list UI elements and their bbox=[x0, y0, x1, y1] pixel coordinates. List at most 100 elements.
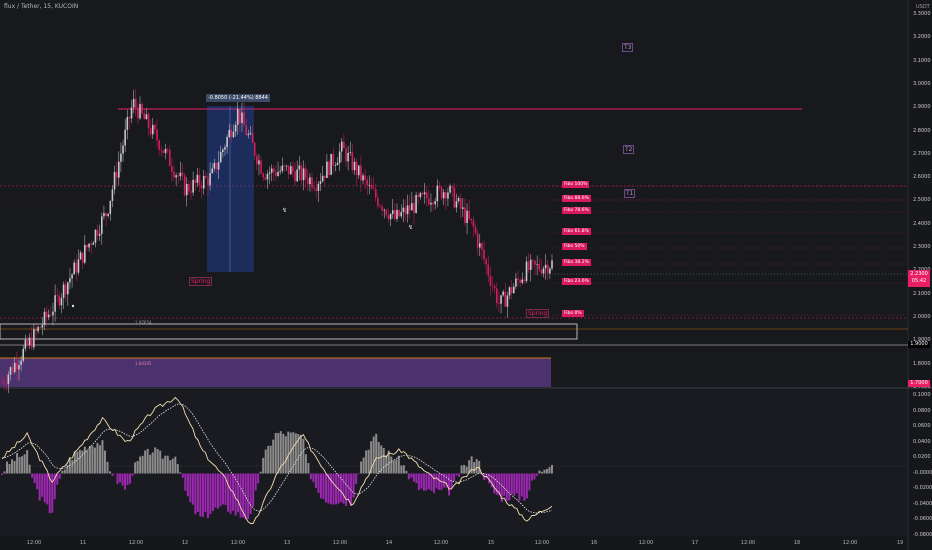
histogram-bar bbox=[209, 473, 212, 515]
candle-body bbox=[377, 197, 379, 206]
time-tick-label: 14 bbox=[385, 540, 393, 546]
indicator-tick-label: -0.0000 bbox=[913, 469, 932, 476]
time-tick-label: 12:00 bbox=[230, 540, 246, 546]
candle-body bbox=[101, 216, 103, 234]
candle-body bbox=[188, 183, 190, 192]
histogram-bar bbox=[465, 466, 468, 474]
candle-body bbox=[510, 287, 513, 294]
candle-body bbox=[24, 339, 27, 349]
candle-body bbox=[79, 252, 82, 260]
candle-body bbox=[230, 130, 233, 138]
candle-body bbox=[285, 165, 288, 167]
candle-body bbox=[71, 274, 73, 279]
candle-body bbox=[16, 362, 18, 370]
time-axis[interactable]: 12:00 11 12:00 12 12:00 13 12:00 14 12:00 15 12:00… bbox=[0, 538, 908, 550]
histogram-bar bbox=[551, 464, 553, 474]
candle-body bbox=[192, 179, 194, 193]
indicator-tick-label: -0.0200 bbox=[913, 485, 932, 491]
candle-body bbox=[109, 200, 112, 214]
price-tick-label: 3.0000 bbox=[913, 80, 931, 87]
histogram-bar bbox=[134, 462, 137, 474]
histogram-bar bbox=[176, 464, 179, 474]
histogram-bar bbox=[8, 464, 11, 474]
histogram-bar bbox=[124, 473, 127, 490]
candle-body bbox=[207, 177, 209, 186]
candle-body bbox=[315, 188, 318, 192]
candle-body bbox=[26, 339, 29, 345]
candle-body bbox=[177, 175, 180, 177]
candle-body bbox=[67, 282, 69, 295]
histogram-bar bbox=[108, 471, 111, 474]
histogram-bar bbox=[460, 465, 463, 474]
target-t1-label: T1 bbox=[624, 189, 636, 198]
candle-body bbox=[154, 124, 156, 130]
histogram-bar bbox=[181, 473, 184, 478]
candle-body bbox=[321, 175, 324, 182]
histogram-bar bbox=[51, 473, 54, 513]
candle-body bbox=[506, 295, 509, 307]
symbol-header[interactable]: flux / Tether, 15, KUCOIN bbox=[4, 3, 78, 10]
histogram-bar bbox=[415, 473, 418, 484]
candle-body bbox=[56, 295, 59, 296]
candle-body bbox=[345, 148, 347, 162]
histogram-bar bbox=[352, 473, 355, 498]
candle-body bbox=[362, 175, 364, 181]
candle-body bbox=[275, 172, 277, 176]
candle-body bbox=[281, 165, 284, 172]
candle-body bbox=[105, 213, 107, 216]
demand-zone[interactable] bbox=[0, 358, 551, 387]
histogram-bar bbox=[382, 447, 385, 474]
price-axis[interactable]: USDT 3.3000 3.2000 3.1000 3.0000 2.9000 2.800… bbox=[908, 0, 932, 390]
chart-canvas[interactable]: ↯ ↯ bbox=[0, 0, 932, 550]
histogram-bar bbox=[540, 471, 543, 474]
histogram-bar bbox=[493, 473, 496, 494]
histogram-bar bbox=[31, 473, 34, 478]
candle-body bbox=[351, 152, 354, 171]
histogram-bar bbox=[21, 456, 24, 474]
candle-body bbox=[92, 242, 95, 245]
candle-body bbox=[534, 260, 536, 265]
fib-level-label: Fibo 78.6% bbox=[562, 207, 591, 214]
histogram-bar bbox=[247, 473, 250, 519]
histogram-bar bbox=[282, 433, 285, 474]
candle-body bbox=[370, 184, 373, 189]
candle-body bbox=[394, 210, 396, 220]
candle-body bbox=[64, 284, 67, 295]
candle-body bbox=[512, 286, 515, 294]
candle-body bbox=[249, 132, 252, 134]
candle-body bbox=[253, 142, 256, 156]
fib-level-label: Fibo 61.8% bbox=[562, 228, 591, 235]
histogram-bar bbox=[257, 473, 260, 484]
histogram-bar bbox=[335, 473, 338, 505]
histogram-bar bbox=[179, 472, 182, 474]
histogram-bar bbox=[41, 473, 44, 497]
candle-body bbox=[98, 233, 101, 236]
histogram-bar bbox=[71, 459, 74, 474]
histogram-bar bbox=[174, 456, 177, 474]
candle-body bbox=[222, 149, 224, 153]
candle-body bbox=[374, 189, 377, 198]
histogram-bar bbox=[538, 470, 541, 474]
candle-body bbox=[126, 117, 129, 130]
histogram-bar bbox=[146, 448, 149, 474]
histogram-bar bbox=[159, 450, 162, 474]
histogram-bar bbox=[144, 450, 147, 474]
candle-body bbox=[423, 192, 426, 195]
candle-body bbox=[9, 367, 12, 375]
histogram-bar bbox=[264, 449, 267, 474]
histogram-bar bbox=[420, 473, 423, 489]
indicator-axis[interactable]: 0.1000 0.0800 0.0600 0.0400 0.0200 -0.0000 -0.… bbox=[908, 388, 932, 538]
candle-body bbox=[379, 205, 381, 207]
candle-body bbox=[478, 243, 481, 248]
zone-label-1: 1.97654 bbox=[135, 320, 152, 325]
candle-body bbox=[130, 107, 133, 119]
candle-body bbox=[319, 181, 322, 184]
candle-body bbox=[283, 165, 286, 167]
histogram-bar bbox=[427, 473, 430, 490]
histogram-bar bbox=[365, 450, 368, 474]
candle-body bbox=[413, 203, 415, 213]
candle-body bbox=[476, 233, 479, 248]
candle-body bbox=[7, 374, 10, 384]
candle-body bbox=[459, 198, 462, 209]
indicator-tick-label: 0.0800 bbox=[913, 407, 931, 414]
